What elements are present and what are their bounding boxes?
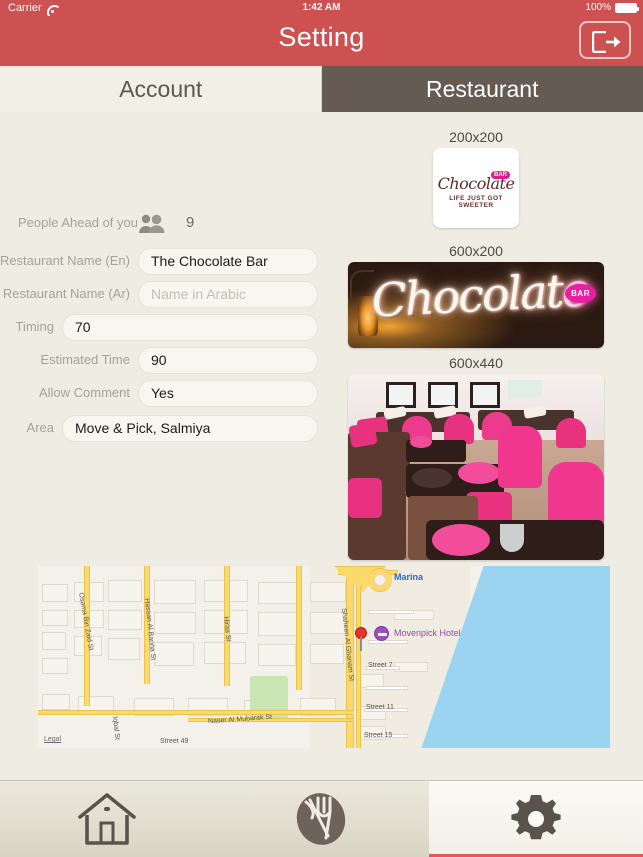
logo-image-caption: 200x200 — [449, 129, 503, 145]
street-label: Iqbal St — [111, 716, 121, 741]
logo-tagline: LIFE JUST GOT SWEETER — [449, 195, 503, 209]
tab-divider — [321, 66, 322, 112]
bottom-tab-home[interactable] — [0, 781, 214, 857]
field-allow-comment: Allow Comment Yes — [39, 380, 318, 407]
field-label: Estimated Time — [40, 352, 130, 367]
battery-percent-label: 100% — [585, 2, 611, 13]
movenpick-poi-label: Movenpick Hotel — [394, 628, 461, 638]
field-label: Allow Comment — [38, 385, 130, 400]
neon-sign-text: Chocolate — [370, 262, 589, 328]
street-label: Street 7 — [368, 662, 393, 669]
people-ahead-row: People Ahead of you 9 — [0, 212, 330, 236]
battery-full-icon — [615, 3, 639, 13]
app-root: Carrier 1:42 AM 100% Setting Account Res… — [0, 0, 643, 857]
field-estimated-time: Estimated Time 90 — [40, 347, 318, 374]
allow-comment-input[interactable]: Yes — [138, 380, 318, 407]
field-label: Timing — [15, 319, 54, 334]
street-label: Street 49 — [160, 738, 189, 745]
map-location-pin[interactable] — [356, 628, 366, 651]
gear-icon — [511, 795, 561, 840]
header-bar: Setting — [0, 16, 643, 66]
timing-input[interactable]: 70 — [62, 314, 318, 341]
status-bar: Carrier 1:42 AM 100% — [0, 0, 643, 16]
restaurant-name-ar-input[interactable]: Name in Arabic — [138, 281, 318, 308]
map-legal-link[interactable]: Legal — [44, 736, 61, 743]
field-label: Restaurant Name (Ar) — [2, 286, 130, 301]
status-bar-right: 100% — [585, 0, 639, 16]
logout-icon — [592, 31, 621, 53]
field-label: Restaurant Name (En) — [0, 253, 130, 268]
field-restaurant-name-ar: Restaurant Name (Ar) Name in Arabic — [3, 281, 318, 308]
restaurant-interior-image[interactable] — [348, 374, 604, 560]
street-label: Street 15 — [364, 732, 393, 739]
banner-image-caption: 600x200 — [449, 243, 503, 259]
field-label: Area — [26, 420, 54, 435]
status-bar-clock: 1:42 AM — [302, 2, 341, 13]
restaurant-cutlery-icon — [297, 793, 346, 845]
field-restaurant-name-en: Restaurant Name (En) The Chocolate Bar — [0, 248, 318, 275]
street-label: Street 11 — [366, 704, 394, 711]
people-ahead-count: 9 — [186, 214, 195, 231]
bottom-tab-settings[interactable] — [428, 781, 643, 857]
segment-tabs: Account Restaurant — [0, 66, 643, 112]
logout-button[interactable] — [579, 21, 631, 59]
bottom-tab-restaurant[interactable] — [214, 781, 428, 857]
logo-bar-badge: BAR — [491, 171, 510, 179]
restaurant-logo-image[interactable]: Chocolate BAR LIFE JUST GOT SWEETER — [433, 148, 519, 228]
restaurant-name-en-input[interactable]: The Chocolate Bar — [138, 248, 318, 275]
interior-image-caption: 600x440 — [449, 355, 503, 371]
people-ahead-label: People Ahead of you — [18, 215, 138, 230]
people-icon — [139, 214, 165, 233]
marina-label: Marina — [394, 572, 424, 582]
field-area: Area Move & Pick, Salmiya — [27, 415, 318, 442]
field-timing: Timing 70 — [15, 314, 318, 341]
bottom-tab-bar — [0, 780, 643, 857]
movenpick-poi-marker[interactable] — [374, 626, 389, 641]
restaurant-banner-image[interactable]: Chocolate BAR — [348, 262, 604, 348]
estimated-time-input[interactable]: 90 — [138, 347, 318, 374]
page-title: Setting — [278, 22, 365, 52]
tab-account[interactable]: Account — [0, 66, 322, 112]
area-input[interactable]: Move & Pick, Salmiya — [62, 415, 318, 442]
tab-restaurant[interactable]: Restaurant — [321, 66, 643, 112]
location-map[interactable]: Movenpick Hotel Marina Osama Bin Zaid St… — [38, 566, 610, 748]
home-icon — [78, 793, 136, 845]
neon-bar-badge: BAR — [565, 284, 596, 303]
